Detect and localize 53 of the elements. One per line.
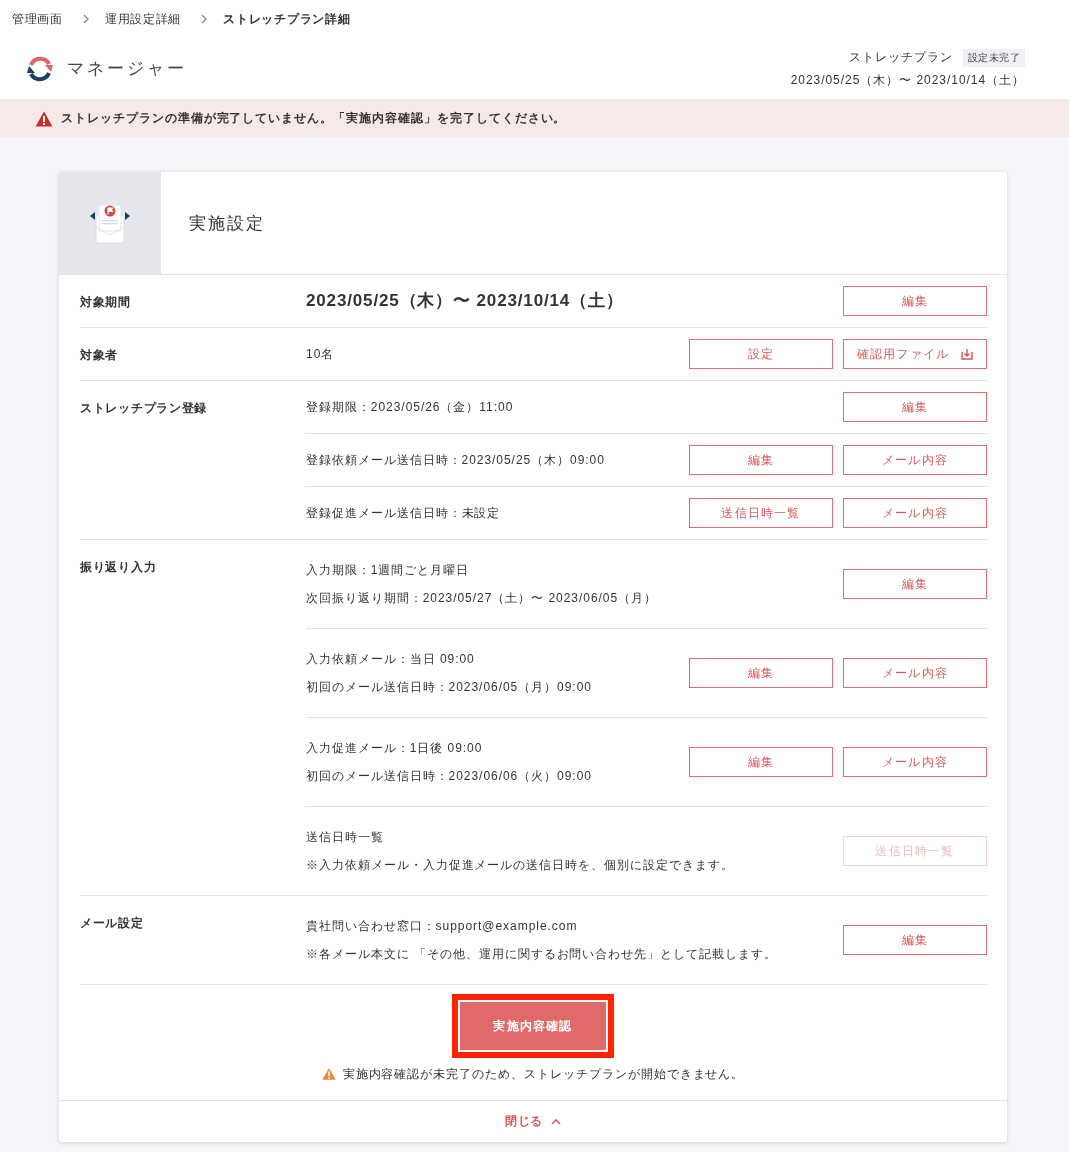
setting-text: ※入力依頼メール・入力促進メールの送信日時を、個別に設定できます。 <box>306 857 734 874</box>
chevron-up-icon <box>551 1118 562 1125</box>
row-button[interactable]: メール内容 <box>843 747 987 777</box>
row-button[interactable]: 編集 <box>843 392 987 422</box>
setting-text: 登録促進メール送信日時：未設定 <box>306 505 501 522</box>
setting-text: 登録期限：2023/05/26（金）11:00 <box>306 399 514 416</box>
setting-text: 初回のメール送信日時：2023/06/06（火）09:00 <box>306 768 592 785</box>
row-button[interactable]: 確認用ファイル <box>843 339 987 369</box>
setting-text: 送信日時一覧 <box>306 829 384 846</box>
row-button[interactable]: 編集 <box>843 925 987 955</box>
section-label: ストレッチプラン登録 <box>80 401 208 415</box>
download-icon <box>961 348 974 360</box>
row-button[interactable]: 編集 <box>689 658 833 688</box>
warning-icon <box>35 110 53 127</box>
chevron-right-icon <box>201 14 208 24</box>
setting-text: 初回のメール送信日時：2023/06/05（月）09:00 <box>306 679 592 696</box>
section-label: 振り返り入力 <box>80 560 157 574</box>
plan-name: ストレッチプラン <box>849 49 953 66</box>
row-button[interactable]: 編集 <box>843 286 987 316</box>
row-button[interactable]: メール内容 <box>843 445 987 475</box>
card-title: 実施設定 <box>188 212 266 235</box>
breadcrumb-link[interactable]: 管理画面 <box>12 10 63 28</box>
row-button[interactable]: 編集 <box>843 569 987 599</box>
alert-message: ストレッチプランの準備が完了していません。「実施内容確認」を完了してください。 <box>61 110 567 127</box>
period-value: 2023/05/25（木）〜 2023/10/14（土） <box>306 290 624 312</box>
setting-text: 登録依頼メール送信日時：2023/05/25（木）09:00 <box>306 452 605 469</box>
breadcrumb-link[interactable]: 運用設定詳細 <box>104 10 182 28</box>
row-button[interactable]: 設定 <box>689 339 833 369</box>
status-badge: 設定未完了 <box>963 48 1025 67</box>
chevron-right-icon <box>82 14 89 24</box>
close-link[interactable]: 閉じる <box>500 1111 566 1132</box>
confirm-button[interactable]: 実施内容確認 <box>460 1002 606 1050</box>
warning-message: 実施内容確認が未完了のため、ストレッチプランが開始できません。 <box>342 1066 745 1083</box>
breadcrumb-current: ストレッチプラン詳細 <box>223 10 351 28</box>
row-button[interactable]: 編集 <box>689 445 833 475</box>
section-label: 対象者 <box>80 348 119 362</box>
setting-text: 入力促進メール：1日後 09:00 <box>306 740 483 757</box>
row-button[interactable]: 送信日時一覧 <box>689 498 833 528</box>
row-button[interactable]: メール内容 <box>843 498 987 528</box>
setting-text: 入力期限：1週間ごと月曜日 <box>306 562 470 579</box>
row-button[interactable]: 編集 <box>689 747 833 777</box>
plan-period: 2023/05/25（木）〜 2023/10/14（土） <box>790 71 1025 89</box>
section-label: 対象期間 <box>80 295 131 309</box>
setting-text: 10名 <box>306 346 335 363</box>
row-button[interactable]: メール内容 <box>843 658 987 688</box>
app-name: マネージャー <box>67 58 188 80</box>
warning-icon <box>321 1068 336 1080</box>
section-label: メール設定 <box>80 916 144 930</box>
setting-text: 次回振り返り期間：2023/05/27（土）〜 2023/06/05（月） <box>306 590 657 607</box>
setting-text: ※各メール本文に 「その他、運用に関するお問い合わせ先」として記載します。 <box>306 946 777 963</box>
logo-icon <box>25 54 55 83</box>
setting-text: 貴社問い合わせ窓口：support@example.com <box>306 918 578 935</box>
setting-text: 入力依頼メール：当日 09:00 <box>306 651 475 668</box>
